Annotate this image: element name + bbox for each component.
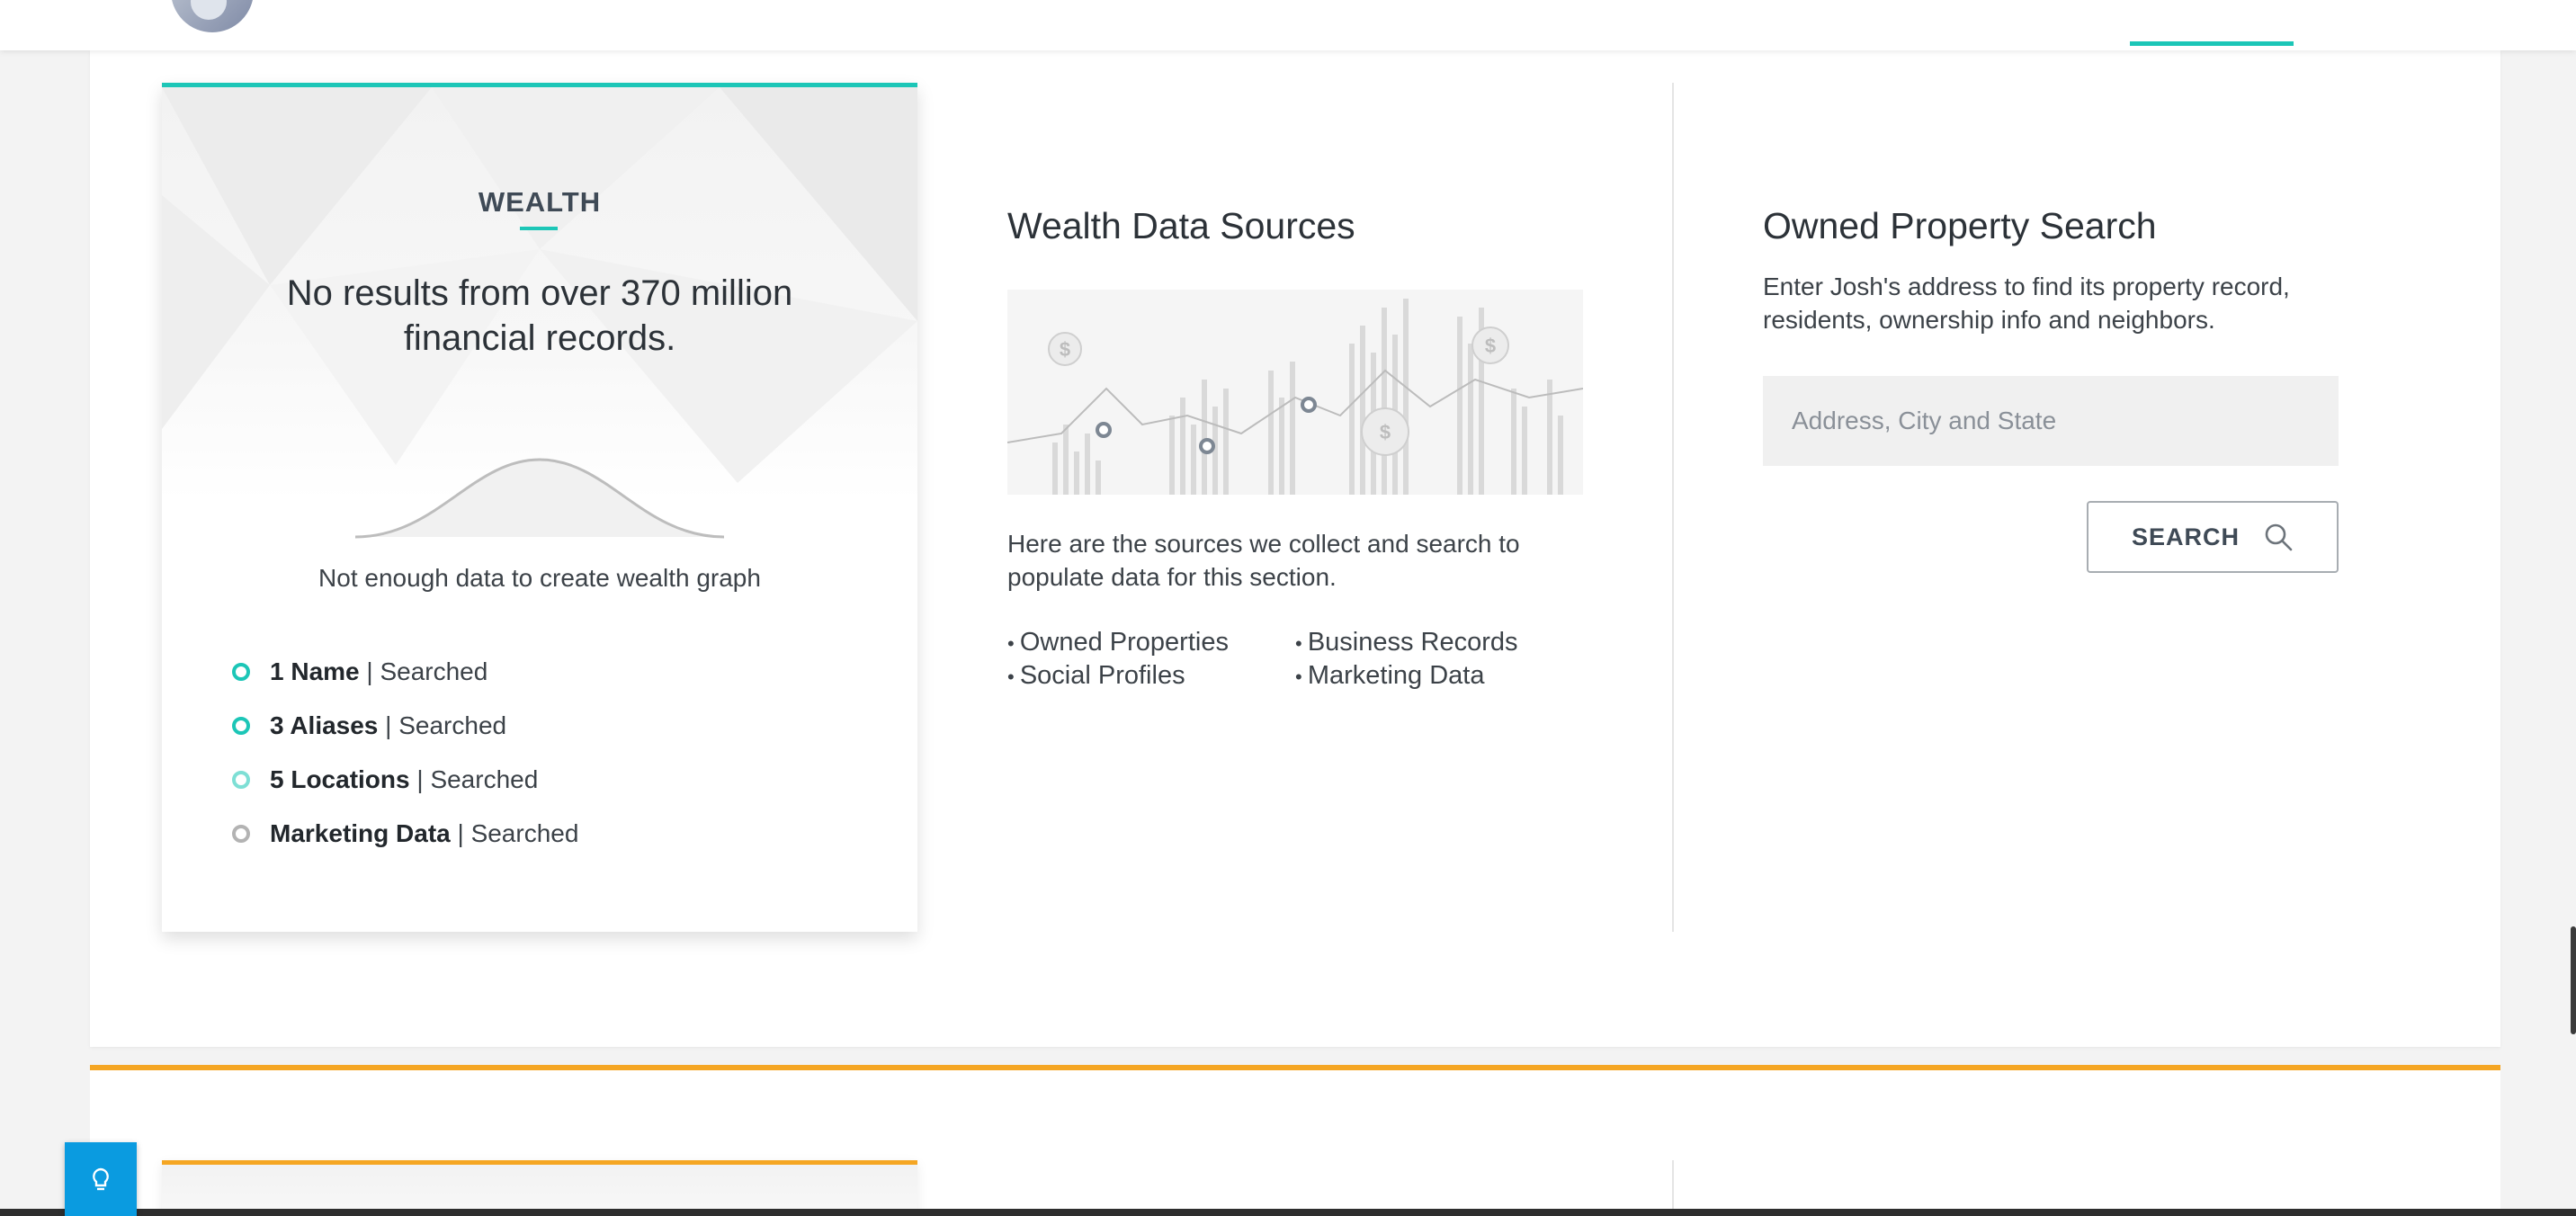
search-button[interactable]: SEARCH <box>2087 501 2339 573</box>
data-sources-column: Wealth Data Sources $ $ $ Here are the s… <box>1006 50 1601 950</box>
property-search-description: Enter Josh's address to find its propert… <box>1763 273 2290 334</box>
search-icon <box>2265 523 2293 551</box>
item-status: Searched <box>430 765 539 793</box>
search-checklist: 1 Name | Searched 3 Aliases | Searched 5… <box>232 645 578 861</box>
next-section-panel <box>162 1160 917 1216</box>
graph-caption: Not enough data to create wealth graph <box>318 564 761 592</box>
svg-text:$: $ <box>1060 338 1070 361</box>
source-item: Business Records <box>1295 628 1583 657</box>
next-section <box>90 1070 2500 1216</box>
item-label: 3 Aliases <box>270 711 379 739</box>
list-item: 5 Locations | Searched <box>232 753 578 807</box>
scrollbar-thumb[interactable] <box>2571 926 2576 1034</box>
status-circle-icon <box>232 825 250 843</box>
help-button[interactable] <box>65 1142 137 1216</box>
property-search-title: Owned Property Search <box>1763 205 2157 246</box>
active-tab-indicator <box>2130 41 2294 46</box>
top-header <box>0 0 2576 50</box>
wealth-panel: WEALTH No results from over 370 million … <box>162 83 917 932</box>
title-underline <box>520 227 558 230</box>
status-circle-icon <box>232 771 250 789</box>
item-label: 1 Name <box>270 657 360 685</box>
section-title: Wealth Data Sources <box>1007 205 1355 246</box>
property-search-column: Owned Property Search Enter Josh's addre… <box>1763 50 2339 950</box>
separator: | <box>450 819 471 847</box>
source-item: Owned Properties <box>1007 628 1295 657</box>
source-item: Marketing Data <box>1295 661 1583 691</box>
panel-title: WEALTH <box>478 186 602 218</box>
panel-headline: No results from over 370 million financi… <box>286 273 793 358</box>
svg-text:$: $ <box>1380 421 1391 443</box>
column-divider <box>1672 83 1674 932</box>
section-description: Here are the sources we collect and sear… <box>1007 530 1520 591</box>
bell-curve-graph <box>355 458 724 539</box>
list-item: Marketing Data | Searched <box>232 807 578 861</box>
sources-list: Owned Properties Business Records Social… <box>1007 628 1583 691</box>
separator: | <box>378 711 399 739</box>
item-status: Searched <box>380 657 488 685</box>
separator: | <box>409 765 431 793</box>
wealth-section: WEALTH No results from over 370 million … <box>90 50 2500 1047</box>
separator: | <box>359 657 380 685</box>
search-button-label: SEARCH <box>2131 523 2240 550</box>
source-item: Social Profiles <box>1007 661 1295 691</box>
item-label: Marketing Data <box>270 819 451 847</box>
item-status: Searched <box>470 819 579 847</box>
item-label: 5 Locations <box>270 765 410 793</box>
lightbulb-icon <box>93 1167 109 1191</box>
financial-chart-illustration: $ $ $ <box>1006 290 1584 495</box>
window-bottom-edge <box>0 1209 2576 1216</box>
column-divider <box>1672 1160 1674 1216</box>
status-circle-icon <box>232 717 250 735</box>
item-status: Searched <box>398 711 507 739</box>
avatar[interactable] <box>167 0 257 36</box>
svg-text:$: $ <box>1485 335 1496 357</box>
status-circle-icon <box>232 663 250 681</box>
list-item: 3 Aliases | Searched <box>232 699 578 753</box>
address-input[interactable] <box>1763 376 2339 466</box>
list-item: 1 Name | Searched <box>232 645 578 699</box>
